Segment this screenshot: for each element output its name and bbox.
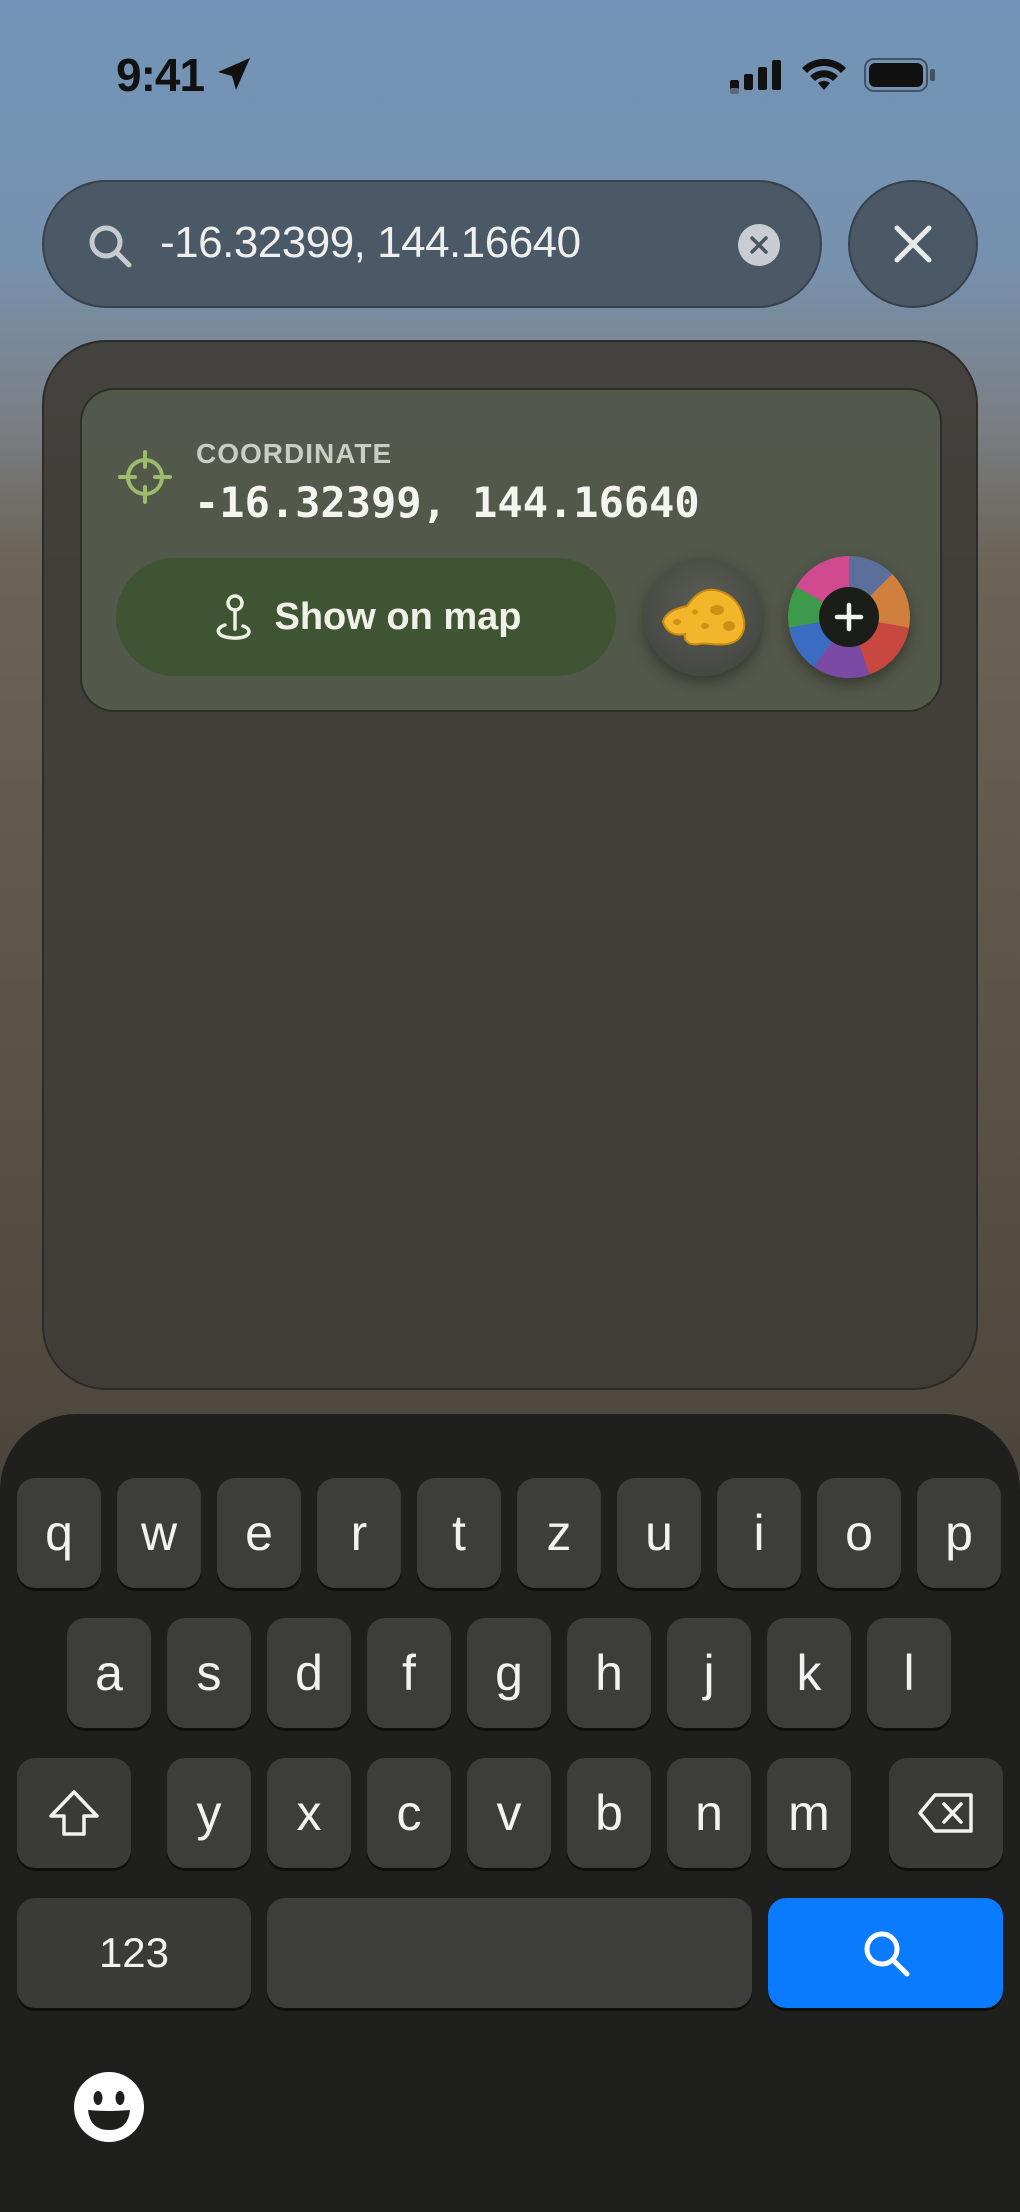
- show-on-map-button[interactable]: Show on map: [116, 558, 616, 676]
- key-m[interactable]: m: [767, 1758, 851, 1868]
- emoji-button[interactable]: [74, 2072, 144, 2142]
- backspace-icon: [918, 1793, 973, 1833]
- key-y[interactable]: y: [167, 1758, 251, 1868]
- battery-icon: [864, 58, 935, 92]
- key-s-label: s: [196, 1645, 222, 1701]
- status-time: 9:41: [116, 49, 205, 101]
- key-u[interactable]: u: [617, 1478, 701, 1588]
- key-r[interactable]: r: [317, 1478, 401, 1588]
- show-on-map-label: Show on map: [274, 595, 522, 638]
- key-x[interactable]: x: [267, 1758, 351, 1868]
- result-type-label: COORDINATE: [196, 438, 393, 469]
- key-p[interactable]: p: [917, 1478, 1001, 1588]
- status-bar: 9:41: [0, 0, 1020, 150]
- key-r-label: r: [350, 1505, 368, 1561]
- key-k-label: k: [796, 1645, 822, 1701]
- add-color-button[interactable]: [788, 556, 910, 678]
- key-t[interactable]: t: [417, 1478, 501, 1588]
- key-w[interactable]: w: [117, 1478, 201, 1588]
- key-s[interactable]: s: [167, 1618, 251, 1728]
- key-j-label: j: [703, 1645, 715, 1701]
- key-u-label: u: [645, 1505, 673, 1561]
- cheese-icon: [661, 588, 746, 646]
- key-z-label: z: [546, 1505, 572, 1561]
- key-a[interactable]: a: [67, 1618, 151, 1728]
- location-arrow-icon: [218, 58, 250, 90]
- key-x-label: x: [296, 1785, 322, 1841]
- key-f-label: f: [402, 1645, 416, 1701]
- numbers-key-label: 123: [98, 1929, 170, 1976]
- crosshair-icon: [118, 450, 172, 504]
- key-w-label: w: [140, 1505, 178, 1561]
- key-e-label: e: [245, 1505, 273, 1561]
- cellular-signal-icon: [730, 60, 781, 94]
- numbers-key[interactable]: 123: [17, 1898, 251, 2008]
- clear-search-button[interactable]: [738, 224, 780, 266]
- key-v[interactable]: v: [467, 1758, 551, 1868]
- key-c[interactable]: c: [367, 1758, 451, 1868]
- key-n[interactable]: n: [667, 1758, 751, 1868]
- close-button[interactable]: [848, 180, 978, 308]
- key-o-label: o: [845, 1505, 873, 1561]
- search-icon: [864, 1931, 909, 1977]
- shift-key[interactable]: [17, 1758, 131, 1868]
- results-panel: COORDINATE -16.32399, 144.16640 Show on …: [42, 340, 978, 1390]
- key-g[interactable]: g: [467, 1618, 551, 1728]
- key-d-label: d: [295, 1645, 323, 1701]
- coordinate-result-card[interactable]: COORDINATE -16.32399, 144.16640 Show on …: [80, 388, 942, 712]
- plus-icon: [819, 587, 879, 647]
- key-h-label: h: [595, 1645, 623, 1701]
- key-k[interactable]: k: [767, 1618, 851, 1728]
- key-o[interactable]: o: [817, 1478, 901, 1588]
- key-i-label: i: [753, 1505, 765, 1561]
- key-b-label: b: [595, 1785, 623, 1841]
- result-coordinate-value: -16.32399, 144.16640: [194, 478, 700, 527]
- key-t-label: t: [452, 1505, 466, 1561]
- search-input[interactable]: -16.32399, 144.16640: [160, 218, 581, 268]
- key-p-label: p: [945, 1505, 973, 1561]
- emoji-icon: [75, 2073, 143, 2141]
- key-d[interactable]: d: [267, 1618, 351, 1728]
- key-c-label: c: [396, 1785, 422, 1841]
- key-j[interactable]: j: [667, 1618, 751, 1728]
- key-y-label: y: [196, 1785, 222, 1841]
- key-l[interactable]: l: [867, 1618, 951, 1728]
- key-h[interactable]: h: [567, 1618, 651, 1728]
- key-q-label: q: [45, 1505, 73, 1561]
- wifi-icon: [802, 58, 846, 90]
- backspace-key[interactable]: [889, 1758, 1003, 1868]
- key-f[interactable]: f: [367, 1618, 451, 1728]
- clear-icon: [750, 236, 768, 254]
- shift-icon: [49, 1790, 99, 1836]
- key-n-label: n: [695, 1785, 723, 1841]
- key-v-label: v: [496, 1785, 522, 1841]
- key-e[interactable]: e: [217, 1478, 301, 1588]
- space-key[interactable]: [267, 1898, 752, 2008]
- search-key[interactable]: [768, 1898, 1003, 2008]
- key-z[interactable]: z: [517, 1478, 601, 1588]
- map-pin-icon: [216, 594, 251, 640]
- close-icon: [894, 225, 932, 263]
- key-m-label: m: [788, 1785, 830, 1841]
- key-a-label: a: [95, 1645, 123, 1701]
- key-g-label: g: [495, 1645, 523, 1701]
- key-q[interactable]: q: [17, 1478, 101, 1588]
- key-l-label: l: [903, 1645, 915, 1701]
- key-b[interactable]: b: [567, 1758, 651, 1868]
- search-bar[interactable]: -16.32399, 144.16640: [42, 180, 822, 308]
- cheese-button[interactable]: [644, 558, 762, 676]
- search-icon: [89, 225, 132, 268]
- key-i[interactable]: i: [717, 1478, 801, 1588]
